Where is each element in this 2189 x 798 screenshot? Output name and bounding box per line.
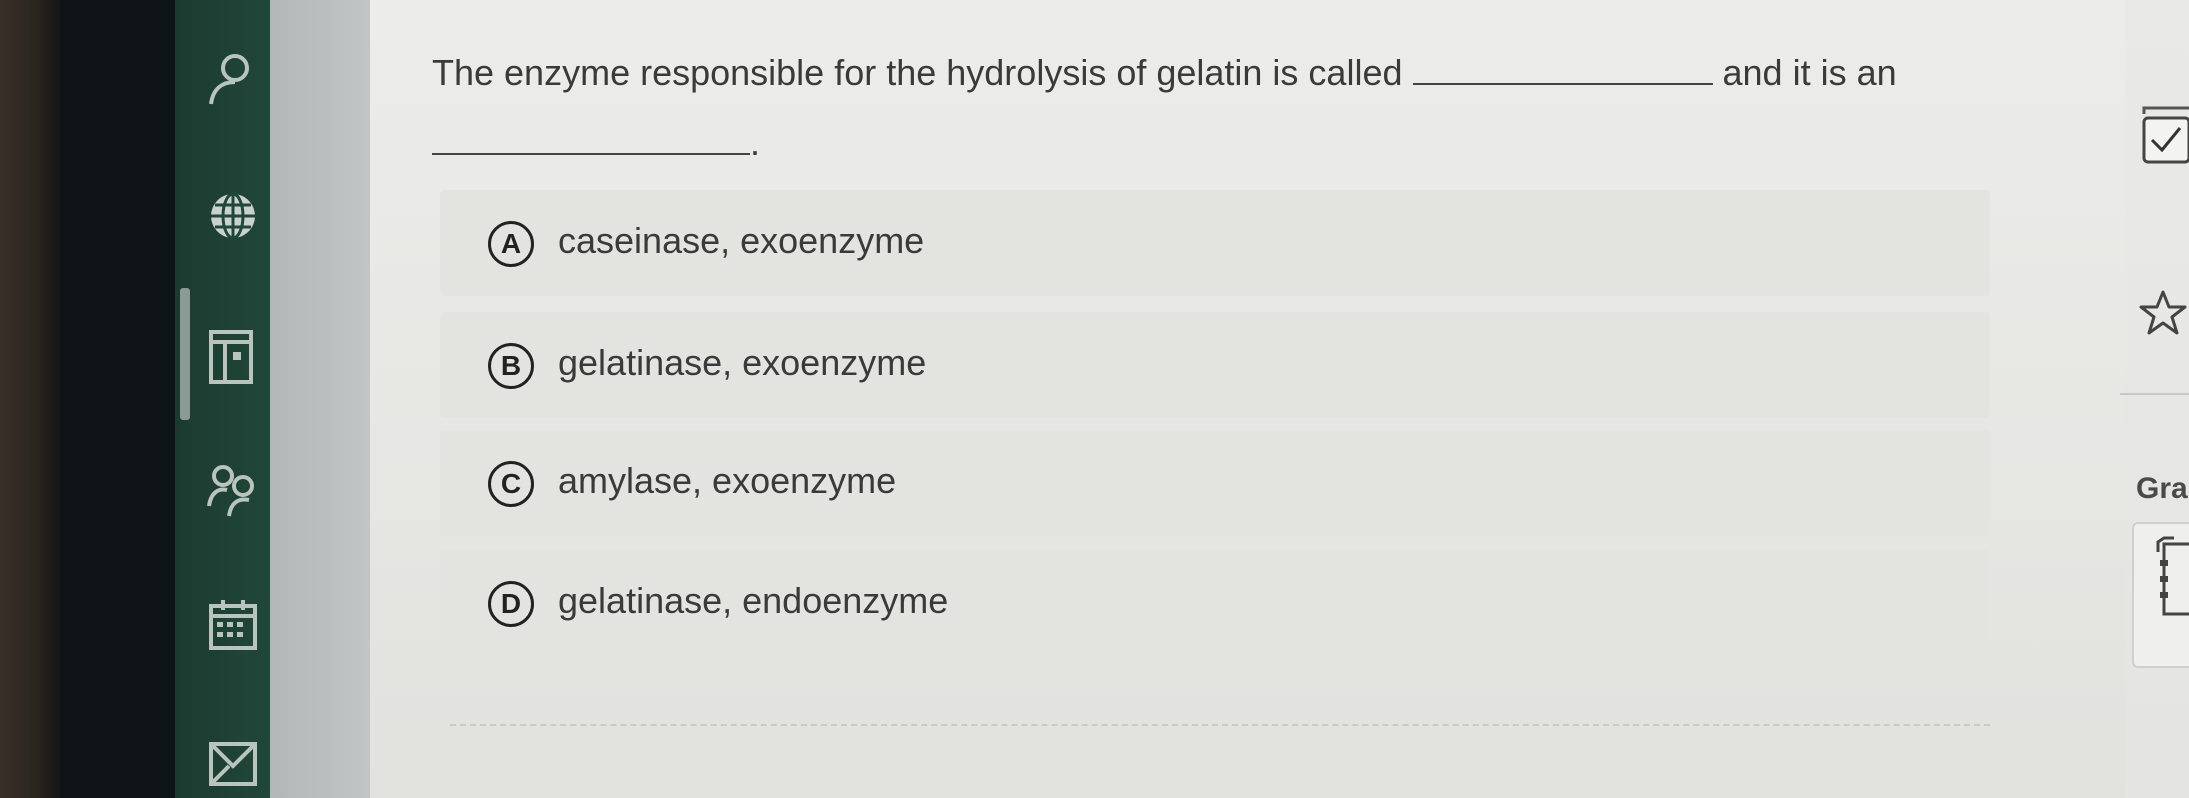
option-b-letter: B xyxy=(488,343,534,389)
option-b-text: gelatinase, exoenzyme xyxy=(558,342,927,383)
option-a-letter: A xyxy=(488,221,534,267)
calendar-icon[interactable] xyxy=(205,596,261,652)
grade-label: Gra xyxy=(2136,472,2188,505)
option-b[interactable]: B gelatinase, exoenzyme xyxy=(440,312,1990,418)
mail-icon[interactable] xyxy=(205,736,261,792)
notes-card[interactable] xyxy=(2132,522,2189,668)
globe-icon[interactable] xyxy=(205,188,261,244)
people-icon[interactable] xyxy=(205,462,261,518)
option-c-letter: C xyxy=(488,461,534,507)
option-a[interactable]: A caseinase, exoenzyme xyxy=(440,190,1990,296)
device-bezel xyxy=(0,0,60,798)
active-nav-indicator xyxy=(180,288,190,420)
option-c[interactable]: C amylase, exoenzyme xyxy=(440,430,1990,536)
notes-icon xyxy=(2156,536,2189,616)
answer-blank-2 xyxy=(432,123,750,155)
option-d-letter: D xyxy=(488,581,534,627)
question-part-2: and it is an xyxy=(1722,52,1897,93)
book-icon[interactable] xyxy=(205,328,261,384)
answer-blank-1 xyxy=(1412,53,1713,85)
option-d-text: gelatinase, endoenzyme xyxy=(558,580,949,621)
question-panel: The enzyme responsible for the hydrolysi… xyxy=(370,0,2150,798)
section-divider xyxy=(450,724,1990,726)
option-d[interactable]: D gelatinase, endoenzyme xyxy=(440,550,1990,656)
question-text: The enzyme responsible for the hydrolysi… xyxy=(432,38,1932,178)
checkbox-icon[interactable] xyxy=(2140,104,2189,164)
page-gutter xyxy=(270,0,370,798)
question-part-1: The enzyme responsible for the hydrolysi… xyxy=(432,52,1403,93)
option-a-text: caseinase, exoenzyme xyxy=(558,220,925,261)
star-icon[interactable] xyxy=(2138,288,2188,338)
toolbar-divider xyxy=(2120,393,2189,395)
person-icon[interactable] xyxy=(205,50,261,106)
option-c-text: amylase, exoenzyme xyxy=(558,460,897,501)
screen-edge xyxy=(60,0,175,798)
question-part-3: . xyxy=(750,122,761,163)
